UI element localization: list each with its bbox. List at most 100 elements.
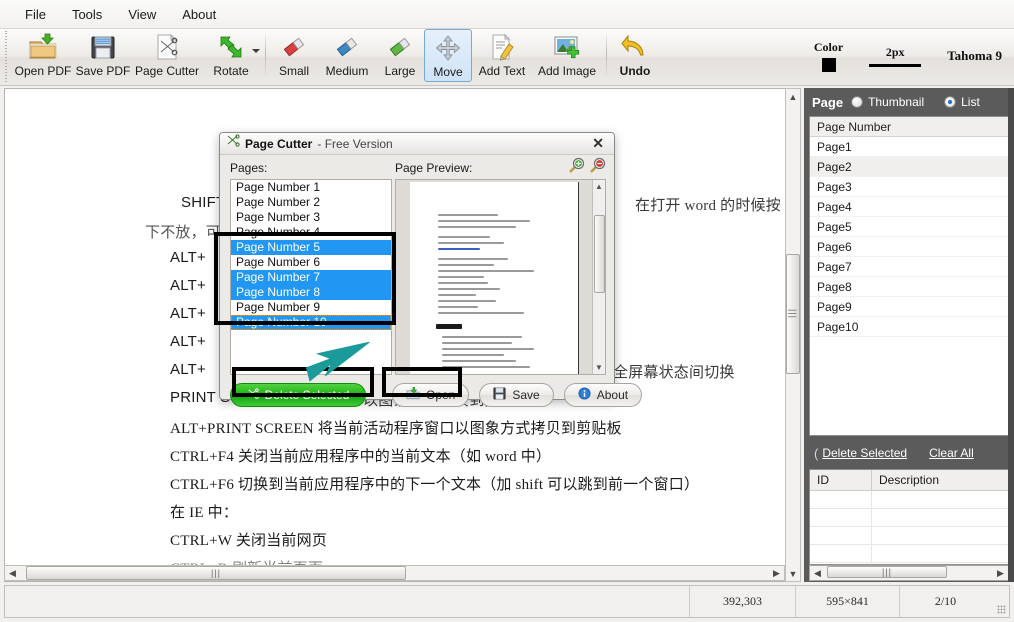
scissors-icon — [226, 134, 240, 153]
chevron-down-icon[interactable] — [252, 49, 260, 53]
page-list-row[interactable]: Page3 — [810, 177, 1008, 197]
menu-item-file[interactable]: File — [14, 4, 57, 25]
page-list-item[interactable]: Page Number 4 — [231, 225, 391, 240]
toolbar-button-medium[interactable]: Medium — [318, 29, 376, 82]
toolbar-button-rotate[interactable]: Rotate — [201, 29, 261, 82]
document-text-line: 下不放，可 — [145, 225, 222, 241]
toolbar-button-move[interactable]: Move — [424, 29, 472, 82]
view-mode-thumbnail[interactable]: Thumbnail — [851, 95, 924, 109]
toolbar-button-small[interactable]: Small — [270, 29, 318, 82]
horizontal-scroll-track[interactable]: ||| — [20, 566, 769, 580]
thickness-picker[interactable]: 2px — [869, 45, 922, 67]
toolbar-button-open-pdf[interactable]: Open PDF — [13, 29, 73, 82]
page-list-item[interactable]: Page Number 1 — [231, 180, 391, 195]
open-folder-icon — [406, 387, 420, 403]
toolbar-grip[interactable] — [3, 30, 11, 83]
add-image-icon — [553, 32, 581, 62]
toolbar-label: Page Cutter — [134, 64, 200, 78]
vertical-scroll-track[interactable]: ||| — [786, 104, 800, 566]
sidebar-page-list[interactable]: Page Number Page1 Page2 Page3 Page4 Page… — [809, 116, 1009, 436]
page-list-item[interactable]: Page Number 2 — [231, 195, 391, 210]
horizontal-scroll-thumb[interactable]: ||| — [26, 566, 406, 580]
scroll-up-arrow-icon[interactable]: ▲ — [786, 89, 800, 104]
dialog-title-bar[interactable]: Page Cutter - Free Version ✕ — [220, 133, 614, 155]
page-list-item[interactable]: Page Number 7 — [231, 270, 391, 285]
font-picker[interactable]: Tahoma 9 — [947, 48, 1002, 64]
page-list-item[interactable]: Page Number 5 — [231, 240, 391, 255]
scroll-down-arrow-icon[interactable]: ▼ — [786, 566, 800, 581]
scroll-left-arrow-icon[interactable]: ◀ — [810, 566, 825, 580]
id-description-table[interactable]: ID Description — [809, 469, 1009, 565]
viewer-horizontal-scrollbar[interactable]: ◀ ||| ▶ — [4, 565, 785, 581]
scroll-down-arrow-icon[interactable]: ▼ — [593, 361, 606, 374]
save-button[interactable]: Save — [479, 383, 554, 407]
color-swatch[interactable] — [821, 57, 836, 72]
menu-item-view[interactable]: View — [117, 4, 167, 25]
toolbar-button-large[interactable]: Large — [376, 29, 424, 82]
view-mode-list[interactable]: List — [944, 95, 980, 109]
page-list-item[interactable]: Page Number 9 — [231, 300, 391, 315]
zoom-out-magnifier-icon[interactable] — [589, 157, 606, 179]
page-list-row[interactable]: Page9 — [810, 297, 1008, 317]
page-list-row[interactable]: Page6 — [810, 237, 1008, 257]
preview-scroll-thumb[interactable] — [593, 215, 605, 293]
document-text-line: CTRL+R 刷新当前页面 — [170, 557, 323, 565]
toolbar-button-undo[interactable]: Undo — [611, 29, 659, 82]
table-row[interactable] — [810, 527, 1008, 545]
sidebar-delete-selected-link[interactable]: Delete Selected — [822, 446, 907, 460]
preview-scroll-track[interactable] — [593, 193, 605, 361]
table-row[interactable] — [810, 545, 1008, 563]
table-scroll-thumb[interactable]: ||| — [827, 566, 947, 578]
scroll-left-arrow-icon[interactable]: ◀ — [5, 566, 20, 580]
delete-selected-button[interactable]: Delete Selected — [230, 383, 366, 407]
page-list-row[interactable]: Page8 — [810, 277, 1008, 297]
color-picker[interactable]: Color — [814, 40, 843, 72]
page-list-row[interactable]: Page10 — [810, 317, 1008, 337]
toolbar-button-add-text[interactable]: Add Text — [472, 29, 532, 82]
viewer-vertical-scrollbar[interactable]: ▲ ||| ▼ — [785, 88, 801, 582]
page-list-row[interactable]: Page5 — [810, 217, 1008, 237]
thickness-preview — [869, 63, 922, 67]
about-button[interactable]: About — [563, 383, 643, 407]
scroll-right-arrow-icon[interactable]: ▶ — [993, 566, 1008, 580]
table-scroll-track[interactable]: ||| — [825, 566, 993, 580]
page-list-row[interactable]: Page2 — [810, 157, 1008, 177]
toolbar-button-add-image[interactable]: Add Image — [532, 29, 602, 82]
radio-icon[interactable] — [851, 96, 864, 108]
toolbar-button-save-pdf[interactable]: Save PDF — [73, 29, 133, 82]
radio-icon[interactable] — [944, 96, 957, 108]
toolbar-button-page-cutter[interactable]: Page Cutter — [133, 29, 201, 82]
vertical-scroll-thumb[interactable]: ||| — [786, 254, 800, 374]
page-list-item[interactable]: Page Number 3 — [231, 210, 391, 225]
menu-item-tools[interactable]: Tools — [61, 4, 113, 25]
color-label: Color — [813, 39, 844, 54]
page-list-item[interactable] — [231, 330, 391, 345]
page-list-item[interactable] — [231, 345, 391, 360]
resize-grip-icon[interactable] — [991, 586, 1009, 617]
scissors-page-icon — [153, 32, 181, 62]
page-cutter-dialog[interactable]: Page Cutter - Free Version ✕ Pages: Page… — [219, 132, 643, 407]
document-text-line: ALT+ — [170, 361, 206, 378]
preview-vertical-scrollbar[interactable]: ▲ ▼ — [592, 180, 605, 374]
page-preview-panel[interactable]: ▲ ▼ — [395, 179, 606, 375]
view-mode-label: List — [961, 95, 980, 109]
open-button[interactable]: Open — [392, 383, 470, 407]
page-list-row[interactable]: Page7 — [810, 257, 1008, 277]
page-list-item[interactable]: Page Number 6 — [231, 255, 391, 270]
scroll-right-arrow-icon[interactable]: ▶ — [769, 566, 784, 580]
page-list-item[interactable]: Page Number 10 — [231, 315, 391, 330]
sidebar-clear-all-link[interactable]: Clear All — [929, 446, 974, 460]
page-number-listbox[interactable]: Page Number 1 Page Number 2 Page Number … — [230, 179, 392, 375]
scroll-up-arrow-icon[interactable]: ▲ — [593, 180, 606, 193]
page-list-item[interactable]: Page Number 8 — [231, 285, 391, 300]
page-list-row[interactable]: Page4 — [810, 197, 1008, 217]
page-list-row[interactable]: Page1 — [810, 137, 1008, 157]
close-icon[interactable]: ✕ — [588, 135, 608, 152]
dialog-subtitle: - Free Version — [317, 136, 393, 151]
table-row[interactable] — [810, 491, 1008, 509]
table-row[interactable] — [810, 509, 1008, 527]
sidebar-actions: ( Delete Selected Clear All — [804, 439, 1014, 467]
zoom-in-magnifier-icon[interactable] — [568, 157, 585, 179]
menu-item-about[interactable]: About — [171, 4, 227, 25]
table-horizontal-scrollbar[interactable]: ◀ ||| ▶ — [809, 565, 1009, 581]
